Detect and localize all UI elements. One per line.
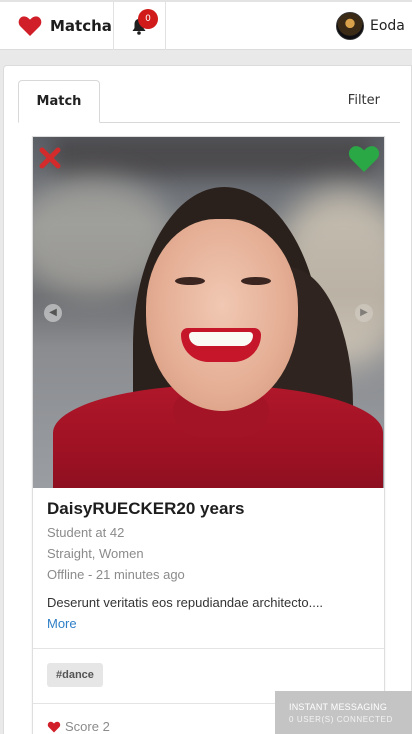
score: Score 2 — [47, 719, 110, 734]
profile-orientation: Straight, Women — [47, 546, 144, 561]
connected-users-count: 0 USER(S) CONNECTED — [289, 715, 393, 724]
profile-info: DaisyRUECKER20 years Student at 42 Strai… — [47, 499, 377, 632]
interest-tag[interactable]: #dance — [47, 663, 103, 687]
instant-messaging-title: INSTANT MESSAGING — [289, 702, 388, 712]
username: Eoda — [370, 18, 405, 34]
notification-count-badge: 0 — [138, 9, 158, 29]
next-photo-arrow-icon[interactable]: ▶ — [355, 304, 373, 322]
score-label: Score 2 — [65, 719, 110, 734]
tab-filter[interactable]: Filter — [348, 80, 380, 123]
profile-card: ◀ ▶ DaisyRUECKER20 years Student at 42 S… — [32, 136, 385, 734]
profile-name: DaisyRUECKER20 years — [47, 499, 245, 518]
notifications-button[interactable]: 0 — [114, 2, 166, 50]
like-heart-icon[interactable] — [348, 145, 380, 173]
previous-photo-arrow-icon[interactable]: ◀ — [44, 304, 62, 322]
divider — [33, 648, 384, 649]
main-panel: Match Filter ◀ ▶ DaisyRUECKER20 years St… — [3, 65, 412, 734]
user-menu[interactable]: Eoda — [332, 2, 412, 50]
profile-status: Offline - 21 minutes ago — [47, 567, 185, 582]
profile-photo: ◀ ▶ — [33, 137, 384, 488]
profile-bio: Deserunt veritatis eos repudiandae archi… — [47, 595, 324, 610]
profile-occupation: Student at 42 — [47, 525, 125, 540]
tab-match[interactable]: Match — [18, 80, 100, 123]
top-navbar: Matcha 0 Eoda — [0, 0, 412, 50]
avatar — [336, 12, 364, 40]
heart-icon — [47, 721, 61, 733]
dislike-x-icon[interactable] — [39, 147, 61, 169]
brand-name: Matcha — [50, 17, 112, 35]
instant-messaging-widget[interactable]: INSTANT MESSAGING 0 USER(S) CONNECTED — [275, 691, 412, 734]
tab-bar: Match Filter — [18, 80, 400, 123]
more-link[interactable]: More — [47, 616, 77, 631]
brand-link[interactable]: Matcha — [0, 2, 114, 50]
heart-logo-icon — [18, 16, 42, 36]
